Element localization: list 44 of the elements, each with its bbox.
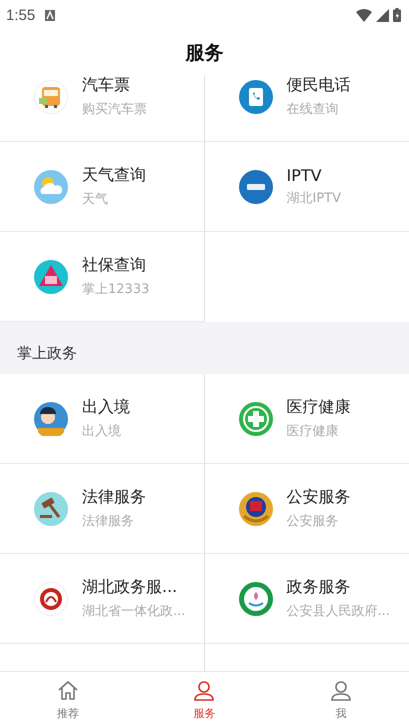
section-header: 掌上政务	[17, 342, 77, 362]
service-title[interactable]: 医疗健康	[286, 397, 350, 418]
service-title[interactable]: 出入境	[82, 397, 130, 418]
tab-item[interactable]: 服务	[136, 672, 273, 728]
signal-icon	[376, 8, 389, 22]
wifi-icon	[356, 8, 372, 22]
service-title[interactable]: 便民电话	[286, 75, 350, 96]
service-subtitle: 出入境	[82, 423, 122, 440]
service-title[interactable]: 汽车票	[82, 75, 147, 96]
lotus-emblem-icon	[238, 582, 272, 616]
notification-icon	[45, 10, 56, 20]
gavel-icon	[34, 492, 68, 526]
service-title[interactable]: 湖北政务服...	[82, 577, 186, 598]
service-subtitle: 湖北IPTV	[286, 190, 342, 207]
service-title[interactable]: 公安服务	[286, 487, 350, 508]
service-subtitle: 购买汽车票	[82, 101, 147, 118]
service-subtitle: 湖北省一体化政...	[82, 603, 186, 620]
status-time: 1:55	[6, 6, 36, 24]
medical-cross-icon	[238, 402, 272, 436]
home-icon	[56, 679, 80, 703]
service-subtitle: 天气	[82, 191, 109, 208]
service-title[interactable]: 天气查询	[82, 165, 146, 186]
service-title[interactable]: IPTV	[286, 166, 342, 185]
tab-item[interactable]: 我	[272, 672, 409, 728]
person-icon	[192, 679, 216, 703]
phone-book-icon	[238, 80, 272, 114]
service-subtitle: 法律服务	[82, 513, 135, 530]
service-subtitle: 公安服务	[286, 513, 340, 530]
bus-icon	[34, 80, 68, 114]
page-title: 服务	[186, 40, 224, 66]
person-icon	[328, 679, 353, 703]
officer-icon	[34, 402, 68, 436]
service-title[interactable]: 法律服务	[82, 487, 146, 508]
battery-icon	[393, 8, 401, 22]
service-subtitle: 医疗健康	[286, 423, 340, 440]
service-subtitle: 掌上12333	[82, 281, 150, 298]
service-subtitle: 在线查询	[286, 101, 340, 118]
service-subtitle: 公安县人民政府...	[286, 603, 390, 620]
sun-cloud-icon	[34, 170, 68, 204]
tab-item[interactable]: 推荐	[0, 672, 136, 728]
seal-icon	[34, 582, 68, 616]
emblem-icon	[238, 492, 272, 526]
service-title[interactable]: 社保查询	[82, 255, 150, 276]
service-title[interactable]: 政务服务	[286, 577, 390, 598]
